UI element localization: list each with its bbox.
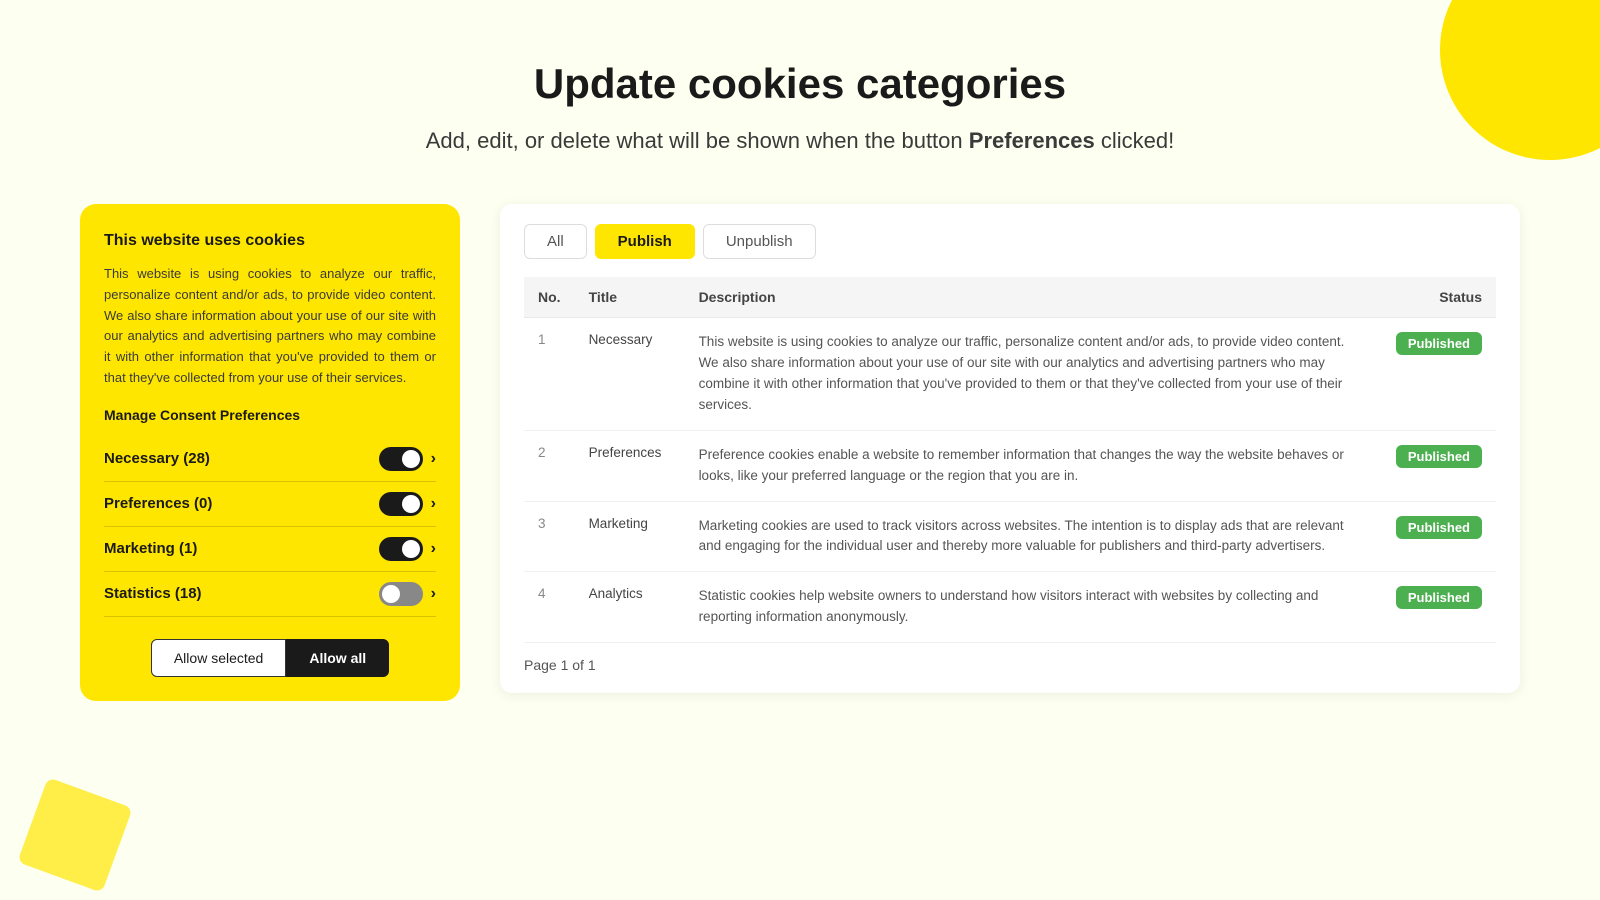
preference-necessary-controls: › <box>379 447 436 471</box>
preference-preferences-label: Preferences (0) <box>104 495 212 512</box>
deco-shape-bl <box>17 777 132 892</box>
subtitle-bold: Preferences <box>969 128 1095 153</box>
cell-no: 3 <box>524 501 575 572</box>
table-header-row: No. Title Description Status <box>524 277 1496 318</box>
table-row: 1 Necessary This website is using cookie… <box>524 318 1496 431</box>
page-subtitle: Add, edit, or delete what will be shown … <box>80 128 1520 154</box>
status-badge: Published <box>1396 445 1482 468</box>
cell-description: Marketing cookies are used to track visi… <box>685 501 1382 572</box>
toggle-statistics[interactable] <box>379 582 423 606</box>
main-layout: This website uses cookies This website i… <box>80 204 1520 701</box>
cell-title: Preferences <box>575 430 685 501</box>
cell-no: 2 <box>524 430 575 501</box>
toggle-marketing[interactable] <box>379 537 423 561</box>
toggle-preferences[interactable] <box>379 492 423 516</box>
allow-selected-button[interactable]: Allow selected <box>151 639 287 677</box>
page-title: Update cookies categories <box>80 60 1520 108</box>
preference-statistics: Statistics (18) › <box>104 572 436 617</box>
subtitle-after: clicked! <box>1095 128 1174 153</box>
tab-publish[interactable]: Publish <box>595 224 695 259</box>
preference-statistics-label: Statistics (18) <box>104 585 202 602</box>
cell-title: Analytics <box>575 572 685 643</box>
table-row: 3 Marketing Marketing cookies are used t… <box>524 501 1496 572</box>
consent-description: This website is using cookies to analyze… <box>104 264 436 389</box>
table-footer: Page 1 of 1 <box>524 657 1496 673</box>
status-badge: Published <box>1396 332 1482 355</box>
manage-consent-title: Manage Consent Preferences <box>104 407 436 423</box>
allow-all-button[interactable]: Allow all <box>286 639 389 677</box>
preference-marketing: Marketing (1) › <box>104 527 436 572</box>
th-no: No. <box>524 277 575 318</box>
chevron-preferences[interactable]: › <box>431 495 436 513</box>
th-title: Title <box>575 277 685 318</box>
th-status: Status <box>1382 277 1496 318</box>
chevron-statistics[interactable]: › <box>431 585 436 603</box>
cell-status: Published <box>1382 501 1496 572</box>
tab-unpublish[interactable]: Unpublish <box>703 224 816 259</box>
preference-necessary-label: Necessary (28) <box>104 450 210 467</box>
consent-heading: This website uses cookies <box>104 232 436 250</box>
table-row: 2 Preferences Preference cookies enable … <box>524 430 1496 501</box>
chevron-marketing[interactable]: › <box>431 540 436 558</box>
consent-buttons: Allow selected Allow all <box>104 639 436 677</box>
chevron-necessary[interactable]: › <box>431 450 436 468</box>
preference-marketing-controls: › <box>379 537 436 561</box>
status-badge: Published <box>1396 516 1482 539</box>
cell-status: Published <box>1382 430 1496 501</box>
toggle-necessary[interactable] <box>379 447 423 471</box>
table-toolbar: All Publish Unpublish <box>524 224 1496 259</box>
cell-description: Preference cookies enable a website to r… <box>685 430 1382 501</box>
table-panel: All Publish Unpublish No. Title Descript… <box>500 204 1520 693</box>
cell-title: Marketing <box>575 501 685 572</box>
cell-title: Necessary <box>575 318 685 431</box>
consent-panel: This website uses cookies This website i… <box>80 204 460 701</box>
cell-status: Published <box>1382 572 1496 643</box>
table-row: 4 Analytics Statistic cookies help websi… <box>524 572 1496 643</box>
preference-preferences-controls: › <box>379 492 436 516</box>
cell-no: 1 <box>524 318 575 431</box>
cookies-table: No. Title Description Status 1 Necessary… <box>524 277 1496 643</box>
th-description: Description <box>685 277 1382 318</box>
tab-all[interactable]: All <box>524 224 587 259</box>
cell-description: Statistic cookies help website owners to… <box>685 572 1382 643</box>
subtitle-before: Add, edit, or delete what will be shown … <box>426 128 969 153</box>
preference-preferences: Preferences (0) › <box>104 482 436 527</box>
cell-description: This website is using cookies to analyze… <box>685 318 1382 431</box>
preference-marketing-label: Marketing (1) <box>104 540 197 557</box>
preference-statistics-controls: › <box>379 582 436 606</box>
preference-necessary: Necessary (28) › <box>104 437 436 482</box>
cell-status: Published <box>1382 318 1496 431</box>
status-badge: Published <box>1396 586 1482 609</box>
cell-no: 4 <box>524 572 575 643</box>
